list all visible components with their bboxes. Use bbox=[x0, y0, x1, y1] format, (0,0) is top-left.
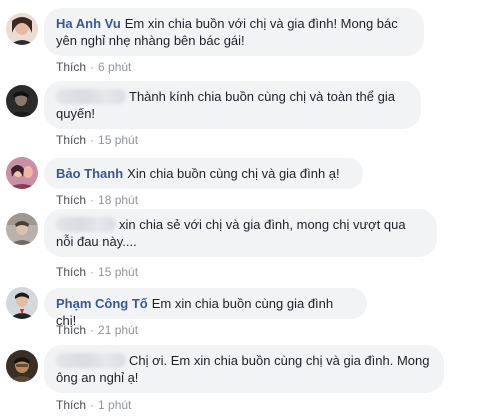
comment-meta: Thích · 6 phút bbox=[56, 60, 132, 74]
comment-bubble: Ha Anh Vu Em xin chia buồn với chị và gia… bbox=[44, 8, 424, 56]
author-name-redacted bbox=[56, 217, 116, 232]
author-name-redacted bbox=[56, 89, 126, 104]
comment-timestamp[interactable]: 18 phút bbox=[98, 193, 138, 207]
comment-timestamp[interactable]: 21 phút bbox=[98, 323, 138, 337]
author-name-redacted bbox=[56, 353, 126, 368]
comment-timestamp[interactable]: 15 phút bbox=[98, 133, 138, 147]
comment-meta: Thích · 21 phút bbox=[56, 323, 139, 337]
comment-timestamp[interactable]: 15 phút bbox=[98, 265, 138, 279]
avatar[interactable] bbox=[6, 350, 38, 382]
comment-author[interactable]: Bảo Thanh bbox=[56, 166, 123, 181]
comment-text: Xin chia buồn cùng chị và gia đình ạ! bbox=[127, 166, 340, 181]
avatar[interactable] bbox=[6, 157, 38, 189]
comment-meta: Thích · 18 phút bbox=[56, 193, 139, 207]
comment-bubble: Bảo Thanh Xin chia buồn cùng chị và gia đ… bbox=[44, 158, 363, 189]
comment-timestamp[interactable]: 6 phút bbox=[98, 60, 131, 74]
comment-list: Ha Anh Vu Em xin chia buồn với chị và gia… bbox=[0, 0, 493, 416]
comment-meta: Thích · 1 phút bbox=[56, 398, 132, 412]
comment-timestamp[interactable]: 1 phút bbox=[98, 398, 131, 412]
comment-meta: Thích · 15 phút bbox=[56, 133, 139, 147]
comment-bubble: Thành kính chia buồn cùng chị và toàn th… bbox=[44, 81, 421, 129]
comment-bubble: xin chia sẻ với chị và gia đình, mong ch… bbox=[44, 209, 437, 257]
like-link[interactable]: Thích bbox=[56, 133, 86, 147]
like-link[interactable]: Thích bbox=[56, 193, 86, 207]
comment-meta: Thích · 15 phút bbox=[56, 265, 139, 279]
like-link[interactable]: Thích bbox=[56, 265, 86, 279]
avatar[interactable] bbox=[6, 85, 38, 117]
avatar[interactable] bbox=[6, 213, 38, 245]
avatar[interactable] bbox=[6, 13, 38, 45]
comment-author[interactable]: Ha Anh Vu bbox=[56, 16, 121, 31]
comment-author[interactable]: Phạm Công Tố bbox=[56, 296, 148, 311]
comment-bubble: Phạm Công Tố Em xin chia buồn cùng gia đì… bbox=[44, 288, 367, 328]
like-link[interactable]: Thích bbox=[56, 60, 86, 74]
like-link[interactable]: Thích bbox=[56, 398, 86, 412]
avatar[interactable] bbox=[6, 287, 38, 319]
comment-bubble: Chị ơi. Em xin chia buồn cùng chị và gia… bbox=[44, 345, 444, 393]
like-link[interactable]: Thích bbox=[56, 323, 86, 337]
